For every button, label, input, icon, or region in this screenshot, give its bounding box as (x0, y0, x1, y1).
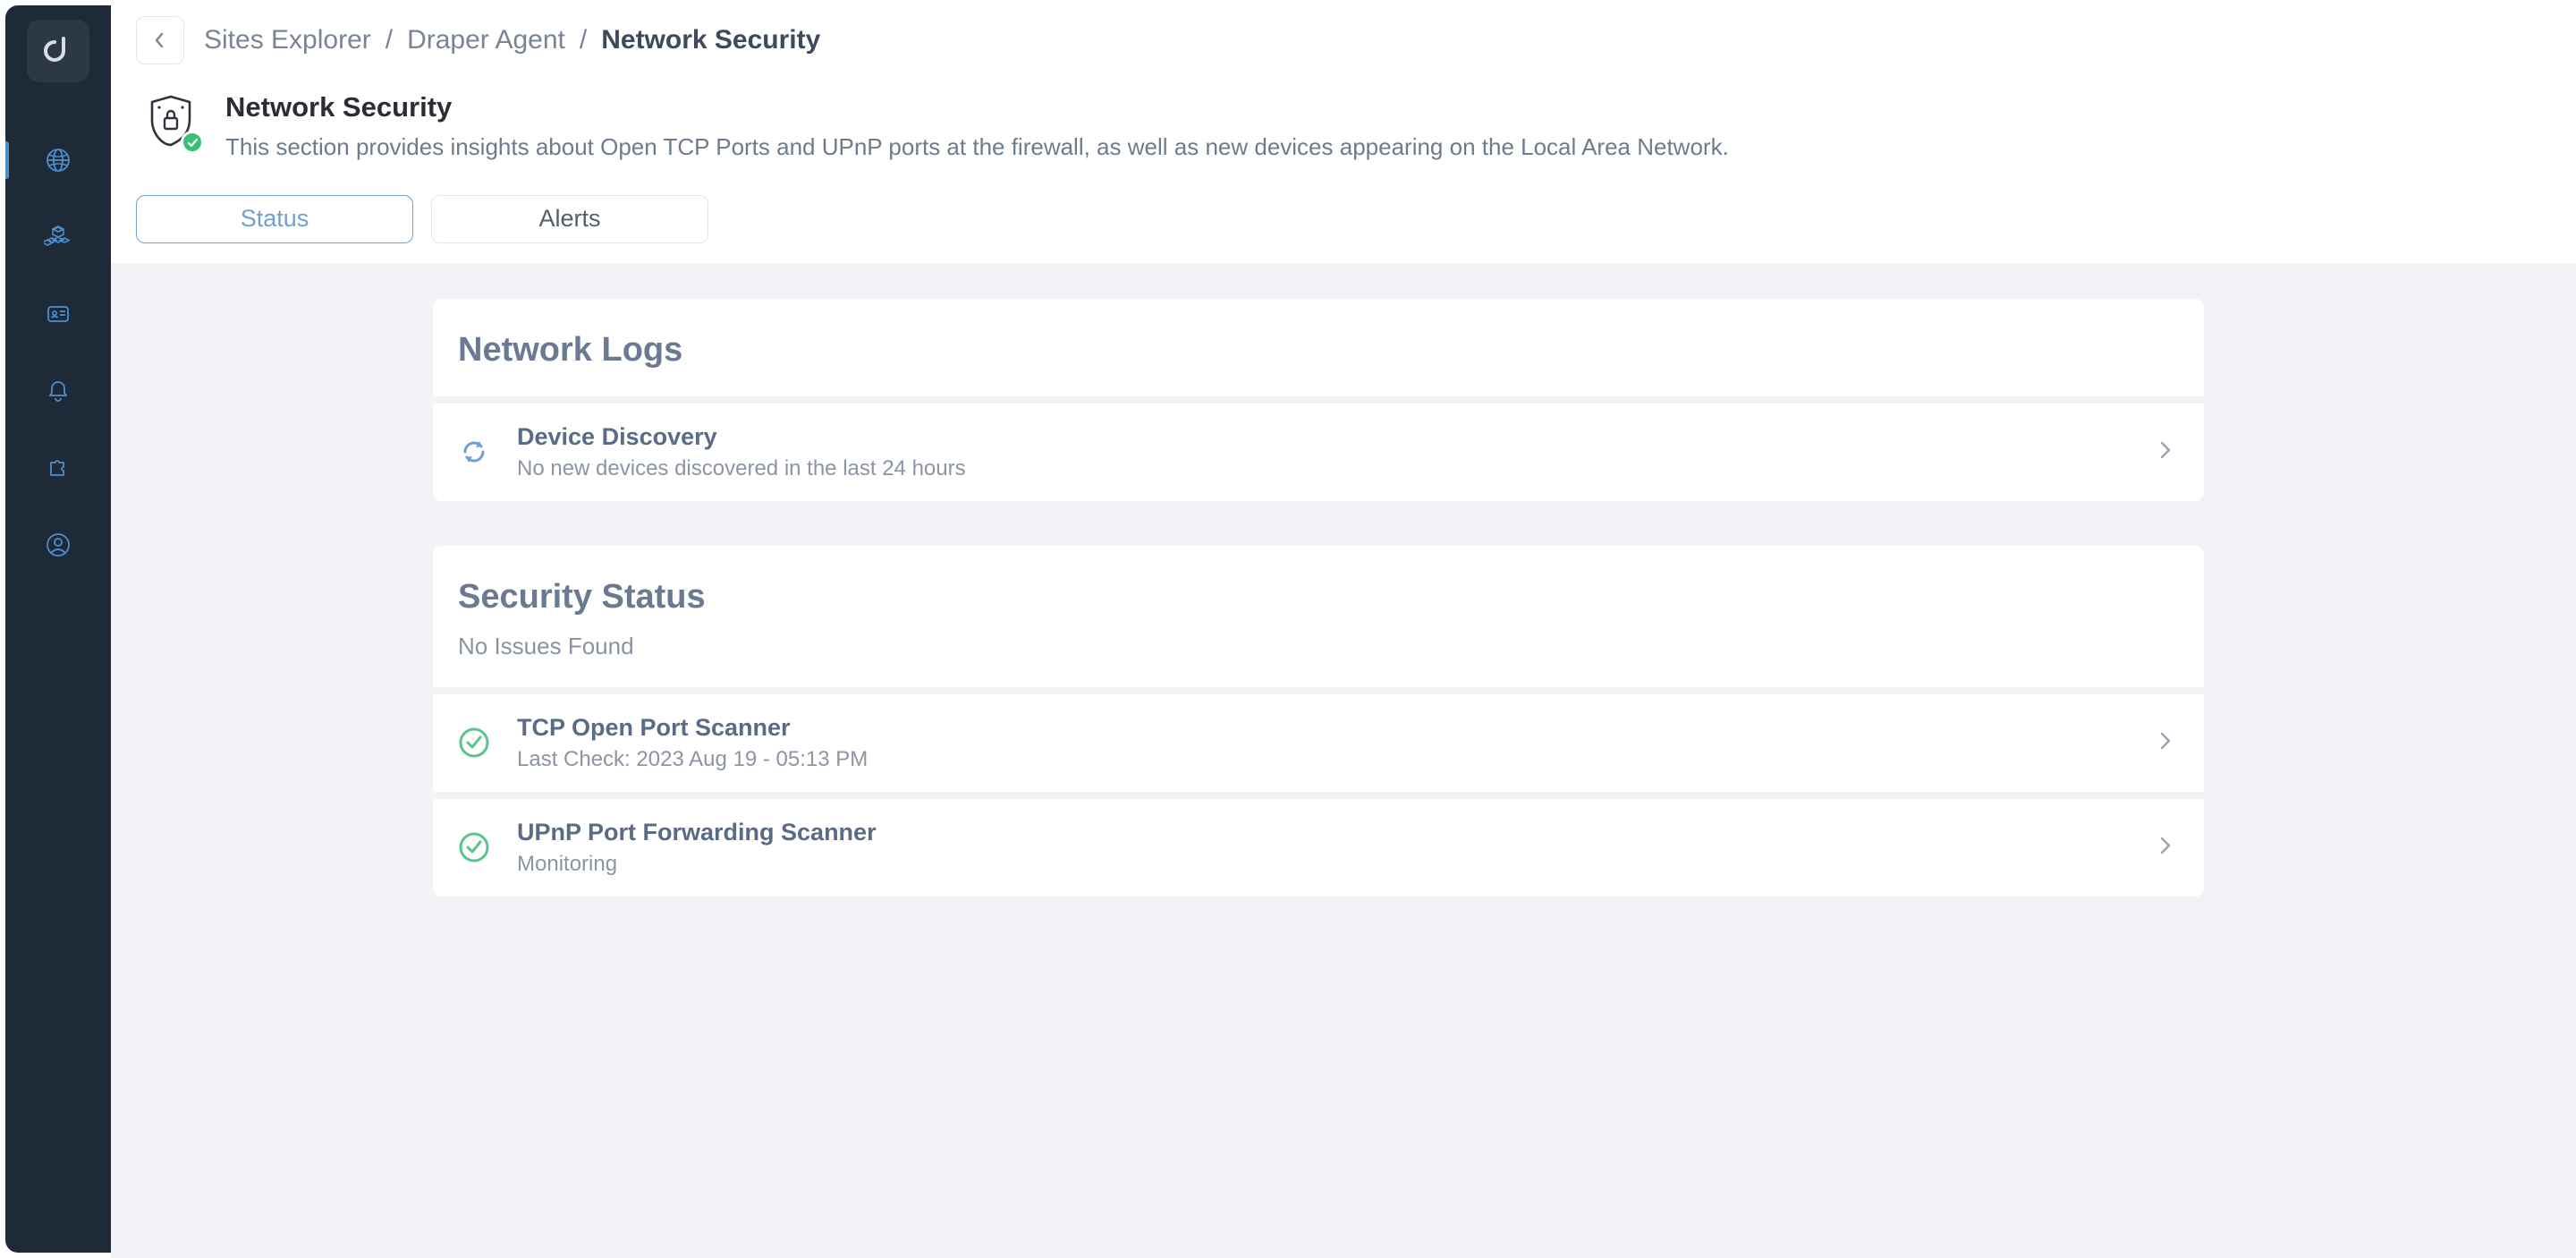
row-tcp-scanner[interactable]: TCP Open Port Scanner Last Check: 2023 A… (433, 694, 2204, 792)
network-logs-title: Network Logs (458, 331, 2179, 370)
status-ok-badge (181, 131, 204, 154)
security-status-title: Security Status (458, 578, 2179, 616)
sidebar-item-integrations[interactable] (5, 433, 111, 503)
breadcrumb: Sites Explorer / Draper Agent / Network … (204, 25, 820, 55)
app-logo[interactable] (27, 20, 89, 82)
row-title: Device Discovery (517, 423, 2132, 451)
row-title: TCP Open Port Scanner (517, 714, 2132, 742)
user-circle-icon (44, 531, 72, 559)
tab-alerts[interactable]: Alerts (431, 195, 708, 243)
breadcrumb-draper-agent[interactable]: Draper Agent (407, 25, 565, 55)
page-title: Network Security (225, 91, 1729, 123)
breadcrumb-sites-explorer[interactable]: Sites Explorer (204, 25, 371, 55)
check-circle-icon (454, 828, 494, 867)
row-subtitle: No new devices discovered in the last 24… (517, 456, 2132, 481)
chevron-right-icon (2156, 731, 2175, 755)
main-region: Sites Explorer / Draper Agent / Network … (111, 0, 2576, 1258)
tab-status[interactable]: Status (136, 195, 413, 243)
row-subtitle: Monitoring (517, 852, 2132, 877)
breadcrumb-separator: / (386, 25, 393, 55)
sidebar-item-id[interactable] (5, 279, 111, 349)
content-area[interactable]: Network Logs Device Discovery (111, 263, 2576, 1258)
sidebar (5, 5, 111, 1253)
sidebar-item-alerts[interactable] (5, 356, 111, 426)
page-icon (141, 91, 200, 150)
scrollbar[interactable] (2556, 5, 2574, 1253)
bell-icon (44, 377, 72, 405)
sidebar-item-cubes[interactable] (5, 202, 111, 272)
chevron-left-icon (151, 31, 169, 49)
row-upnp-scanner[interactable]: UPnP Port Forwarding Scanner Monitoring (433, 799, 2204, 897)
chevron-right-icon (2156, 836, 2175, 860)
row-device-discovery[interactable]: Device Discovery No new devices discover… (433, 404, 2204, 501)
refresh-icon (454, 432, 494, 472)
chevron-right-icon (2156, 440, 2175, 464)
breadcrumb-current: Network Security (601, 25, 820, 55)
cubes-icon (44, 223, 72, 251)
security-status-card: Security Status No Issues Found TCP Open… (433, 546, 2204, 897)
row-title: UPnP Port Forwarding Scanner (517, 819, 2132, 846)
row-subtitle: Last Check: 2023 Aug 19 - 05:13 PM (517, 747, 2132, 772)
breadcrumb-separator: / (580, 25, 587, 55)
check-circle-icon (454, 723, 494, 762)
back-button[interactable] (136, 16, 184, 64)
security-status-subtitle: No Issues Found (458, 633, 2179, 660)
tabs: Status Alerts (136, 195, 2551, 263)
puzzle-icon (44, 454, 72, 482)
network-logs-card: Network Logs Device Discovery (433, 299, 2204, 501)
top-region: Sites Explorer / Draper Agent / Network … (111, 0, 2576, 263)
globe-icon (44, 146, 72, 174)
sidebar-item-account[interactable] (5, 510, 111, 580)
page-description: This section provides insights about Ope… (225, 131, 1729, 165)
breadcrumb-row: Sites Explorer / Draper Agent / Network … (136, 16, 2551, 64)
page-header: Network Security This section provides i… (136, 91, 2551, 165)
check-icon (187, 137, 199, 149)
id-card-icon (44, 300, 72, 328)
sidebar-item-sites[interactable] (5, 125, 111, 195)
